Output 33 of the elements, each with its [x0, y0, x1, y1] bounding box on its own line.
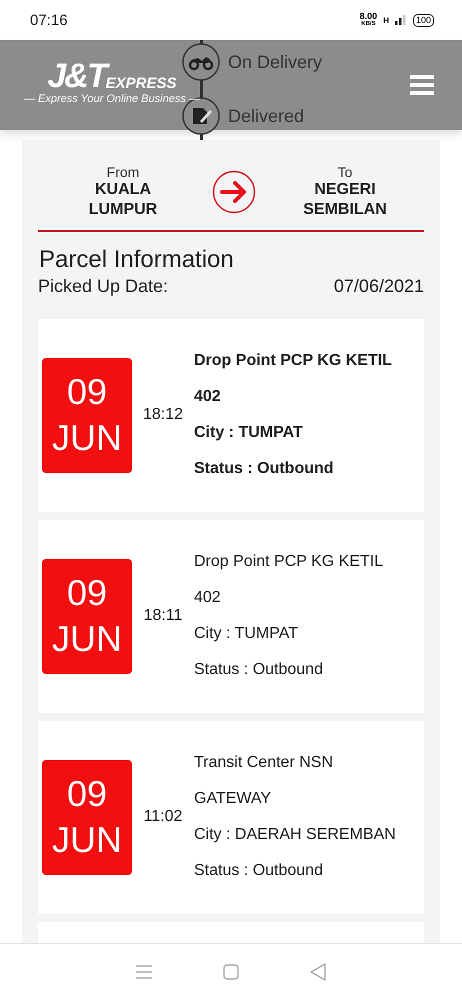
event-city: City : TUMPAT — [194, 624, 299, 644]
timeline-step: On Delivery — [228, 52, 322, 72]
section-title: Parcel Information — [38, 246, 235, 274]
network-type: H — [383, 16, 389, 24]
event-time: 11:02 — [142, 808, 184, 826]
menu-icon — [410, 75, 434, 95]
event-location: Transit Center NSN GATEWAY — [194, 753, 334, 809]
event-location: Drop Point PCP KG KETIL 402 — [194, 351, 393, 407]
date-badge: 09 JUN — [42, 358, 132, 472]
picked-up-label: Picked Up Date: — [38, 276, 168, 296]
event-location: Drop Point PCP KG KETIL 402 — [194, 552, 384, 608]
event-status: Status : Outbound — [194, 459, 335, 479]
date-badge: 09 JUN — [42, 558, 132, 674]
back-icon[interactable] — [310, 963, 326, 981]
recents-icon[interactable] — [136, 965, 152, 979]
home-icon[interactable] — [222, 964, 239, 980]
destination-label: To — [338, 164, 352, 180]
origin-city: KUALA LUMPUR — [88, 180, 158, 220]
event-city: City : DAERAH SEREMBAN — [194, 825, 397, 845]
timeline-step: Delivered — [228, 106, 304, 126]
event-status: Status : Outbound — [194, 660, 324, 680]
event-status: Status : Outbound — [194, 861, 324, 881]
event-time: 18:12 — [142, 406, 184, 424]
event-city: City : TUMPAT — [194, 423, 304, 443]
destination-city: NEGERI SEMBILAN — [303, 180, 387, 220]
status-time: 07:16 — [30, 12, 68, 28]
event-time: 18:11 — [142, 607, 184, 625]
arrow-right-icon — [212, 170, 256, 214]
origin-label: From — [106, 164, 140, 180]
battery-level: 100 — [412, 14, 434, 26]
signal-icon — [394, 15, 407, 25]
picked-up-date: 07/06/2021 — [334, 276, 424, 296]
date-badge: 09 JUN — [42, 760, 132, 874]
